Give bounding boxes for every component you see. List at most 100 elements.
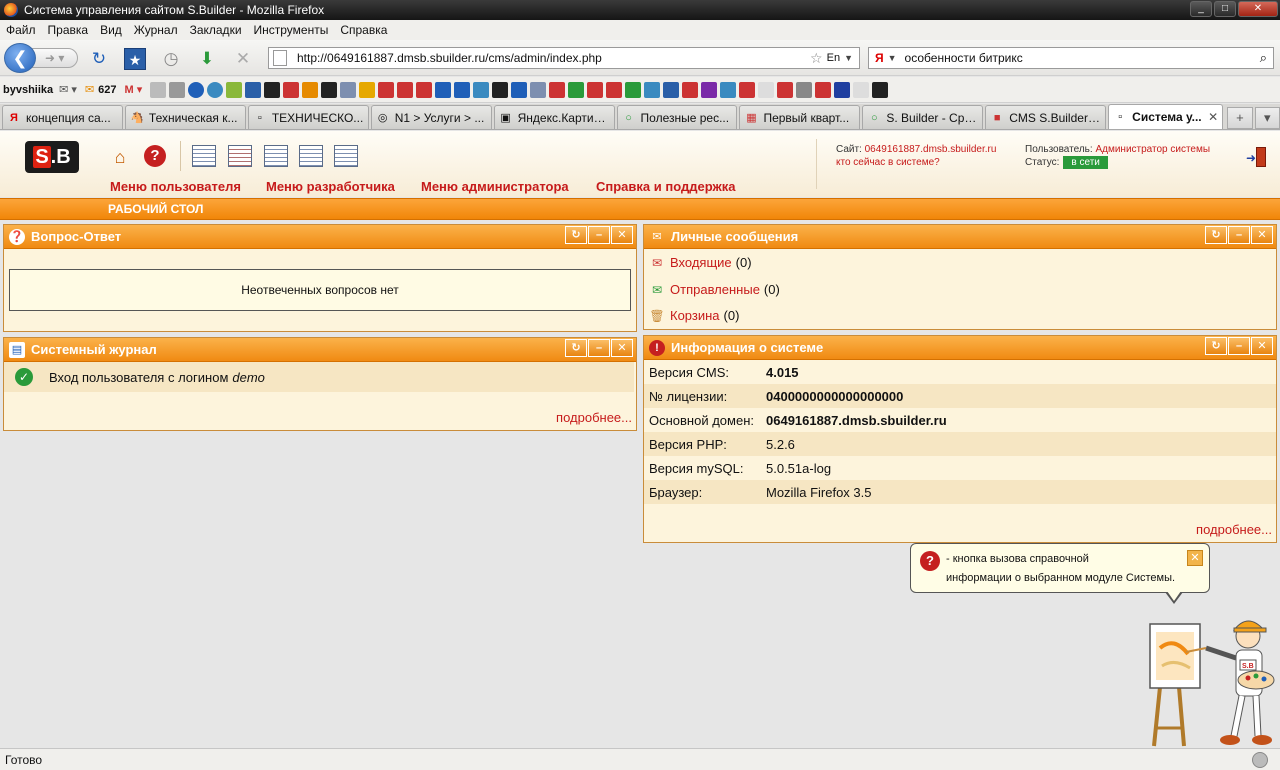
minimize-button[interactable]: _ [1190,1,1212,17]
ext-icon[interactable] [796,81,813,98]
refresh-icon[interactable]: ↻ [1205,226,1227,244]
document-export-icon[interactable] [228,145,252,167]
ext-icon[interactable] [359,81,376,98]
toolbar-username[interactable]: byvshiika [3,84,53,96]
document-text-icon[interactable] [264,145,288,167]
ext-icon[interactable] [777,81,794,98]
gmail-icon[interactable]: M ▾ [125,83,143,96]
ext-icon[interactable] [207,81,224,98]
tab-5[interactable]: ○ Полезные рес... [616,105,738,129]
search-bar[interactable]: Я ▼ особенности битрикс ⌕ [868,47,1274,69]
address-bar[interactable]: http://0649161887.dmsb.sbuilder.ru/cms/a… [268,47,860,69]
ext-icon[interactable] [435,81,452,98]
stop-icon[interactable]: ✕ [232,48,254,70]
syslog-more-link[interactable]: подробнее... [556,410,632,425]
ext-icon[interactable] [663,81,680,98]
tab-1[interactable]: 🐴 Техническая к... [124,105,246,129]
search-input[interactable]: особенности битрикс [905,51,1260,65]
close-icon[interactable]: ✕ [1251,337,1273,355]
ext-icon[interactable] [815,81,832,98]
sysinfo-more-link[interactable]: подробнее... [1196,522,1272,537]
menu-developer[interactable]: Меню разработчика [266,179,395,194]
minimize-icon[interactable]: – [1228,226,1250,244]
ext-icon[interactable] [169,81,186,98]
ext-icon[interactable] [378,81,395,98]
tooltip-close-icon[interactable]: ✕ [1187,550,1203,566]
menu-tools[interactable]: Инструменты [254,23,329,37]
tab-4[interactable]: ▣ Яндекс.Картин... [493,105,615,129]
tab-6[interactable]: ▦ Первый кварт... [739,105,861,129]
ext-icon[interactable] [302,81,319,98]
ext-icon[interactable] [758,81,775,98]
inbox-link[interactable]: Входящие [670,255,732,270]
ext-icon[interactable] [150,81,167,98]
desktop-tab[interactable]: РАБОЧИЙ СТОЛ [108,202,203,216]
url-text[interactable]: http://0649161887.dmsb.sbuilder.ru/cms/a… [297,51,810,65]
tab-3[interactable]: ◎ N1 > Услуги > ... [370,105,492,129]
ext-icon[interactable] [397,81,414,98]
ext-icon[interactable] [264,81,281,98]
forward-button[interactable]: ➜ ▾ [32,48,78,68]
refresh-icon[interactable]: ↻ [565,339,587,357]
close-window-button[interactable]: ✕ [1238,1,1278,17]
tab-8[interactable]: ■ CMS S.Builder: ... [985,105,1107,129]
close-tab-icon[interactable]: ✕ [1208,110,1218,124]
menu-help-support[interactable]: Справка и поддержка [596,179,735,194]
menu-admin[interactable]: Меню администратора [421,179,569,194]
ext-icon[interactable] [530,81,547,98]
status-addon-icon[interactable] [1252,752,1268,768]
menu-bookmarks[interactable]: Закладки [190,23,242,37]
search-engine-dropdown-icon[interactable]: ▼ [888,53,897,63]
ext-icon[interactable] [682,81,699,98]
reload-icon[interactable]: ↻ [88,48,110,70]
yandex-icon[interactable]: Я [875,51,884,65]
maximize-button[interactable]: □ [1214,1,1236,17]
search-icon[interactable]: ⌕ [1260,50,1267,66]
ext-icon[interactable] [321,81,338,98]
minimize-icon[interactable]: – [588,339,610,357]
home-icon[interactable]: ⌂ [108,145,132,169]
back-button[interactable]: ❮ [4,43,36,73]
document-stack-icon[interactable] [334,145,358,167]
trash-link[interactable]: Корзина [670,308,720,323]
tab-0[interactable]: Яконцепция са... [2,105,123,129]
close-icon[interactable]: ✕ [611,226,633,244]
ext-icon[interactable] [606,81,623,98]
ext-icon[interactable] [568,81,585,98]
ext-icon[interactable] [511,81,528,98]
menu-edit[interactable]: Правка [48,23,89,37]
ext-icon[interactable] [701,81,718,98]
ext-icon[interactable] [587,81,604,98]
mail-count[interactable]: 627 [98,84,116,96]
ext-icon[interactable] [872,81,889,98]
language-indicator[interactable]: En [827,52,840,64]
ext-icon[interactable] [283,81,300,98]
history-clock-icon[interactable]: ◷ [160,48,182,70]
tab-7[interactable]: ○ S. Builder - Сра... [862,105,984,129]
new-tab-button[interactable]: + [1227,107,1253,129]
ext-icon[interactable] [853,81,870,98]
ext-icon[interactable] [625,81,642,98]
menu-history[interactable]: Журнал [134,23,178,37]
tab-9-active[interactable]: ▫ Система у... ✕ [1108,104,1224,129]
document-list-icon[interactable] [192,145,216,167]
ext-icon[interactable] [549,81,566,98]
ext-icon[interactable] [188,81,205,98]
ext-icon[interactable] [226,81,243,98]
site-link[interactable]: 0649161887.dmsb.sbuilder.ru [865,144,997,155]
ext-icon[interactable] [720,81,737,98]
ext-icon[interactable] [340,81,357,98]
refresh-icon[interactable]: ↻ [1205,337,1227,355]
logout-icon[interactable]: ➜ [1246,147,1266,167]
bookmark-star-outline-icon[interactable]: ☆ [810,50,823,67]
minimize-icon[interactable]: – [1228,337,1250,355]
refresh-icon[interactable]: ↻ [565,226,587,244]
user-link[interactable]: Администратор системы [1095,144,1210,155]
ext-icon[interactable] [416,81,433,98]
ext-icon[interactable] [473,81,490,98]
ext-icon[interactable] [454,81,471,98]
url-dropdown-icon[interactable]: ▼ [844,53,853,63]
download-icon[interactable]: ⬇ [196,48,218,70]
envelope-counter-icon[interactable]: ✉ [85,83,94,96]
menu-view[interactable]: Вид [100,23,122,37]
